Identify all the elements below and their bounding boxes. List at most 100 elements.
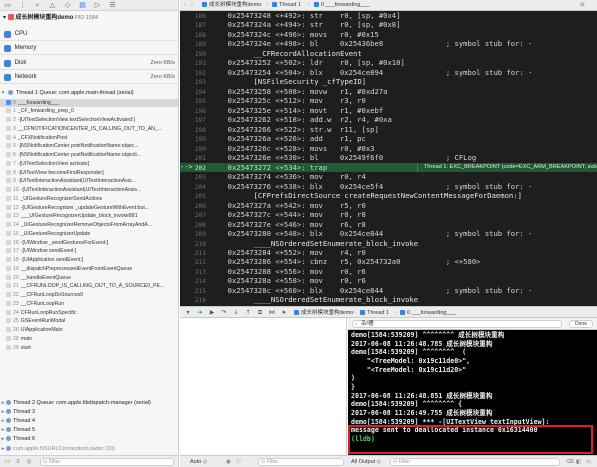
continue-icon[interactable]: ▶ <box>208 309 216 317</box>
nav-back-icon[interactable]: ‹ <box>184 0 186 11</box>
print-description-icon[interactable]: ⓘ <box>236 456 242 467</box>
stack-frame-row[interactable]: 24 CFRunLoopRunSpecific <box>0 309 178 318</box>
stack-frame-row[interactable]: 2 -[UITextSelectionView textSelectionView… <box>0 116 178 125</box>
breakpoint-icon[interactable]: ▷ <box>93 1 102 10</box>
disclosure-right-icon[interactable]: ▸ <box>0 417 6 426</box>
memory-graph-icon[interactable]: ⋈ <box>268 309 276 317</box>
cpu-icon <box>4 31 11 38</box>
quick-look-icon[interactable]: ◉ <box>226 456 231 467</box>
stack-frame-row[interactable]: 15 _UIGestureRecognizerUpdate <box>0 230 178 239</box>
code-line: 202 0x25473272 <+534>: trap --> Thread 1: … <box>180 162 597 173</box>
stack-frame-row[interactable]: 0 ___forwarding___ <box>0 98 178 108</box>
disclosure-right-icon[interactable]: ▸ <box>0 435 6 444</box>
hide-debug-area-icon[interactable]: ▾ <box>184 309 192 317</box>
navigator-filter-input[interactable]: ⊙ Filter <box>40 458 174 466</box>
stack-frame-row[interactable]: 4 _CFXNotificationPost <box>0 134 178 143</box>
instruction-operands: r0, #0x15 <box>339 29 379 39</box>
process-row[interactable]: ▾ 成长树模块重构demo PID 1584 <box>0 13 178 23</box>
related-items-icon[interactable]: ⊞ <box>580 0 585 11</box>
cpu-gauge[interactable]: CPU <box>0 28 178 41</box>
hierarchy-icon[interactable]: ⋮ <box>18 1 27 10</box>
stack-frame-row[interactable]: 19 __dispatchPreprocessedEventFromEventQu… <box>0 265 178 274</box>
breakpoints-toggle-icon[interactable]: ➔ <box>196 309 204 317</box>
disclosure-down-icon[interactable]: ▾ <box>0 89 6 98</box>
crashed-filter-icon[interactable]: ◎ <box>25 458 33 466</box>
process-view-icon[interactable]: ▭ <box>3 458 11 466</box>
stack-frame-row[interactable]: 8 -[UITextView becomeFirstResponder] <box>0 169 178 178</box>
disk-gauge[interactable]: Disk Zero KB/s <box>0 57 178 70</box>
view-hierarchy-icon[interactable]: ⧉ <box>256 309 264 317</box>
trash-icon[interactable]: ⌫ <box>566 456 574 467</box>
stack-frame-row[interactable]: 25 GSEventRunModal <box>0 317 178 326</box>
thread-row[interactable]: ▸ Thread 4 <box>0 417 178 426</box>
stack-frame-row[interactable]: 9 -[UITextInteractionAssistant(UITextInte… <box>0 177 178 186</box>
stack-frame-row[interactable]: 16 -[UIWindow _sendGesturesForEvent:] <box>0 239 178 248</box>
stack-frame-row[interactable]: 11 _UIGestureRecognizerSendActions <box>0 195 178 204</box>
thread-filter-icon[interactable]: ≡ <box>14 458 22 466</box>
stack-frame-row[interactable]: 5 -[NSNotificationCenter postNotification… <box>0 142 178 151</box>
stack-frame-row[interactable]: 7 -[UITextSelectionView activate] <box>0 160 178 169</box>
stack-frame-row[interactable]: 10 -[UITextInteractionAssistant(UITextInt… <box>0 186 178 195</box>
frame-label: -[UITextInteractionAssistant(UITextInter… <box>17 178 136 185</box>
stack-frame-row[interactable]: 13 ___UIGestureRecognizerUpdate_block_inv… <box>0 212 178 221</box>
step-out-icon[interactable]: ↑ <box>244 309 252 317</box>
gutter <box>206 125 228 134</box>
stack-frame-row[interactable]: 26 UIApplicationMain <box>0 326 178 335</box>
stack-frame-row[interactable]: 20 __handleEventQueue <box>0 274 178 283</box>
instruction-address: 0x25473258 <box>227 86 271 96</box>
gutter <box>206 201 228 210</box>
variables-filter-input[interactable]: ⊙ Filter <box>258 458 344 466</box>
instruction-comment: ; symbol stub for: - <box>445 67 533 77</box>
network-gauge[interactable]: Network Zero KB/s <box>0 71 178 84</box>
stack-frame-row[interactable]: 12 -[UIGestureRecognizer _updateGestureWi… <box>0 204 178 213</box>
stack-frame-row[interactable]: 17 -[UIWindow sendEvent:] <box>0 247 178 256</box>
console-search-input[interactable]: ⌕ 杂/槽 <box>352 320 562 328</box>
memory-gauge[interactable]: Memory <box>0 42 178 55</box>
stack-frame-row[interactable]: 18 -[UIApplication sendEvent:] <box>0 256 178 265</box>
variables-scope-select[interactable]: Auto ◇ <box>190 456 207 467</box>
console-filter-input[interactable]: ⊙ Filter <box>390 458 560 466</box>
stack-frame-row[interactable]: 21 __CFRUNLOOP_IS_CALLING_OUT_TO_A_SOURCE… <box>0 282 178 291</box>
jumpbar-item-thread[interactable]: Thread 1 <box>272 0 301 11</box>
console-only-icon[interactable]: ▭ <box>586 456 591 467</box>
thread-row[interactable]: ▸ Thread 5 <box>0 426 178 435</box>
stack-frame-row[interactable]: 1 _CF_forwarding_prep_0 <box>0 107 178 116</box>
stack-frame-row[interactable]: 6 -[NSNotificationCenter postNotification… <box>0 151 178 160</box>
stack-frame-row[interactable]: 29 start <box>0 344 178 353</box>
test-icon[interactable]: ◇ <box>63 1 72 10</box>
stack-frame-row[interactable]: 22 __CFRunLoopDoSources0 <box>0 291 178 300</box>
report-icon[interactable]: ☰ <box>108 1 117 10</box>
stack-frame-row[interactable]: 28 main <box>0 335 178 344</box>
instruction-offset: <+542>: <box>275 200 306 210</box>
warning-icon[interactable]: △ <box>48 1 57 10</box>
split-view-icon[interactable]: ◧ <box>576 456 581 467</box>
frame-number: 7 <box>13 160 16 167</box>
thread-row[interactable]: ▸ com.apple.NSURLConnectionLoader (10) <box>0 445 178 454</box>
nav-forward-icon[interactable]: › <box>191 0 193 11</box>
disclosure-right-icon[interactable]: ▸ <box>0 426 6 435</box>
debug-icon[interactable]: ▤ <box>78 1 87 10</box>
stack-frame-row[interactable]: 14 _UIGestureRecognizerRemoveObjectsFromA… <box>0 221 178 230</box>
instruction-operands: r0, [sp, #0x8] <box>339 20 401 30</box>
folder-icon[interactable]: ▭ <box>3 1 12 10</box>
stack-frame-row[interactable]: 3 __CFNOTIFICATIONCENTER_IS_CALLING_OUT_T… <box>0 125 178 134</box>
thread-row[interactable]: ▸ Thread 3 <box>0 408 178 417</box>
stack-frame-row[interactable]: 23 __CFRunLoopRun <box>0 300 178 309</box>
instruction-operands: r2, r4, #0xa <box>339 115 392 125</box>
step-into-icon[interactable]: ↓ <box>232 309 240 317</box>
console-line: demo[1584:539209] ^^^^^^^^ 成长树模块重构 <box>351 331 505 339</box>
done-button[interactable]: Done <box>569 320 593 328</box>
thread-row[interactable]: ▸ Thread 2 Queue: com.apple.libdispatch-m… <box>0 399 178 408</box>
instruction-operands: 0x254ce5f4 <box>339 181 384 191</box>
frame-number: 13 <box>13 213 19 220</box>
console-output-select[interactable]: All Output ◇ <box>351 456 381 467</box>
code-line: 194 0x25473258 <+508>: movw r1, #0xd27a <box>180 87 597 97</box>
jumpbar-item-target[interactable]: 成长树模块重构demo <box>202 0 261 11</box>
jumpbar-item-frame[interactable]: 0 ___forwarding___ <box>314 0 370 11</box>
search-icon[interactable]: ⌕ <box>33 1 42 10</box>
simulate-location-icon[interactable]: ➤ <box>280 309 288 317</box>
thread-1-row[interactable]: ▾ Thread 1 Queue: com.apple.main-thread … <box>0 89 178 98</box>
thread-row[interactable]: ▸ Thread 6 <box>0 435 178 444</box>
step-over-icon[interactable]: ↷ <box>220 309 228 317</box>
disclosure-down-icon[interactable]: ▾ <box>3 15 6 21</box>
